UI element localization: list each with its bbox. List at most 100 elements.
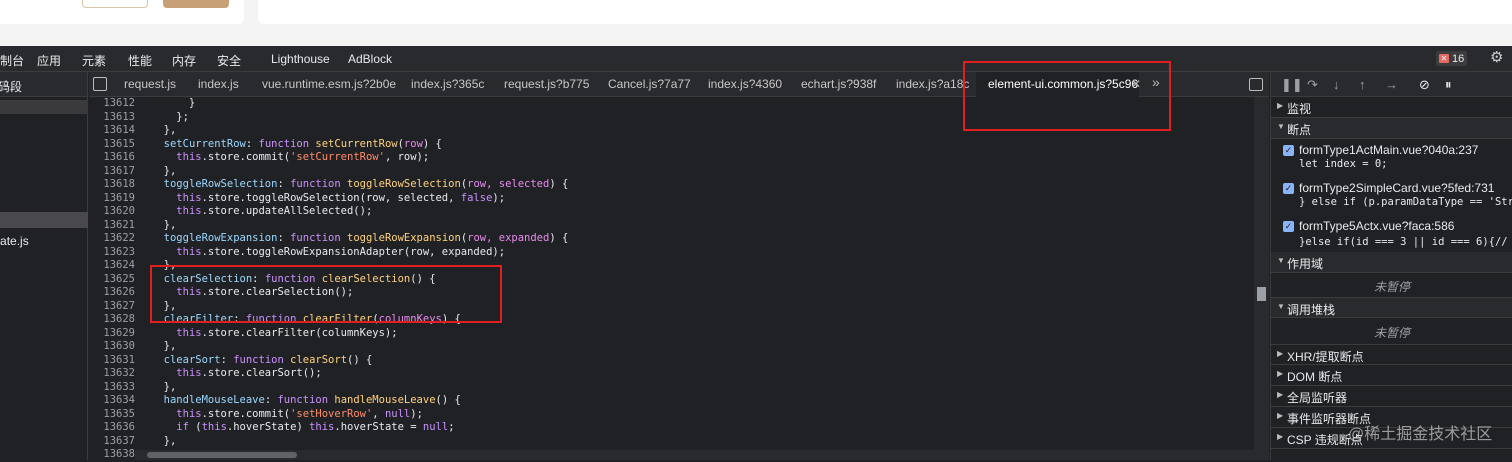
code-line[interactable]: }, (151, 219, 568, 233)
step-icon[interactable]: → (1385, 77, 1398, 92)
code-line[interactable]: this.store.commit('setCurrentRow', row); (151, 151, 568, 165)
line-number[interactable]: 13632 (89, 367, 135, 381)
code-line[interactable]: handleMouseLeave: function handleMouseLe… (151, 394, 568, 408)
horizontal-scrollbar[interactable] (135, 450, 1254, 460)
issues-badge[interactable]: ✕ 16 (1436, 51, 1468, 66)
code-line[interactable]: this.store.clearFilter(columnKeys); (151, 327, 568, 341)
step-over-icon[interactable]: ↷ (1307, 77, 1318, 93)
code-line[interactable]: }, (151, 435, 568, 449)
file-tab[interactable]: request.js (124, 77, 176, 91)
code-line[interactable]: this.store.clearSort(); (151, 367, 568, 381)
line-number[interactable]: 13627 (89, 300, 135, 314)
line-number[interactable]: 13615 (89, 138, 135, 152)
code-line[interactable]: toggleRowSelection: function toggleRowSe… (151, 178, 569, 192)
file-tab[interactable]: echart.js?938f (801, 77, 876, 91)
toggle-navigator-icon[interactable] (93, 77, 107, 91)
issue-icon: ✕ (1439, 54, 1449, 63)
checkbox-icon[interactable]: ✓ (1283, 145, 1294, 156)
line-number[interactable]: 13629 (89, 327, 135, 341)
line-number[interactable]: 13620 (89, 205, 135, 219)
code-line[interactable]: this.store.toggleRowSelection(row, selec… (151, 192, 568, 206)
line-number[interactable]: 13635 (89, 408, 135, 422)
line-number[interactable]: 13633 (89, 381, 135, 395)
tab-console[interactable]: 控制台 (0, 52, 24, 69)
call-stack-section[interactable]: ▼ 调用堆栈 (1271, 297, 1512, 318)
tab-application[interactable]: 应用 (37, 52, 61, 69)
line-number[interactable]: 13638 (89, 448, 135, 462)
code-line[interactable]: }, (151, 381, 568, 395)
toggle-debugger-icon[interactable] (1249, 78, 1263, 91)
line-number[interactable]: 13614 (89, 124, 135, 138)
code-line[interactable]: }, (151, 340, 568, 354)
tab-elements[interactable]: 元素 (82, 52, 106, 69)
file-tab[interactable]: request.js?b775 (504, 77, 589, 91)
line-number[interactable]: 13618 (89, 178, 135, 192)
scrollbar-thumb[interactable] (147, 452, 297, 458)
code-line[interactable]: setCurrentRow: function setCurrentRow(ro… (151, 138, 568, 152)
step-into-icon[interactable]: ↓ (1333, 77, 1340, 92)
page-primary-button[interactable] (163, 0, 229, 8)
tab-performance[interactable]: 性能 (128, 52, 152, 69)
code-line[interactable]: } (151, 97, 568, 111)
tab-lighthouse[interactable]: Lighthouse (271, 52, 330, 66)
line-number[interactable]: 13621 (89, 219, 135, 233)
scope-section[interactable]: ▼ 作用域 (1271, 252, 1512, 273)
vertical-scrollbar[interactable] (1254, 97, 1269, 460)
line-number[interactable]: 13625 (89, 273, 135, 287)
line-number[interactable]: 13624 (89, 259, 135, 273)
breakpoints-section[interactable]: ▼ 断点 (1271, 118, 1512, 139)
code-line[interactable]: }; (151, 111, 568, 125)
file-tab[interactable]: index.js?a18c (896, 77, 969, 91)
line-number[interactable]: 13613 (89, 111, 135, 125)
tab-memory[interactable]: 内存 (172, 52, 196, 69)
watch-section[interactable]: ▶ 监视 (1271, 97, 1512, 118)
file-tab[interactable]: Cancel.js?7a77 (608, 77, 691, 91)
line-number[interactable]: 13634 (89, 394, 135, 408)
pause-icon[interactable]: ❚❚ (1281, 77, 1303, 93)
line-number[interactable]: 13626 (89, 286, 135, 300)
code-line[interactable]: this.store.updateAllSelected(); (151, 205, 568, 219)
tab-security[interactable]: 安全 (217, 52, 241, 69)
pause-on-exceptions-icon[interactable]: ⏸ (1445, 77, 1452, 93)
web-page-area (0, 0, 1512, 46)
gear-icon[interactable]: ⚙ (1490, 50, 1506, 66)
line-number[interactable]: 13637 (89, 435, 135, 449)
deactivate-breakpoints-icon[interactable]: ⊘ (1419, 77, 1430, 93)
line-number[interactable]: 13617 (89, 165, 135, 179)
dom-breakpoints-section[interactable]: ▶ DOM 断点 (1271, 365, 1512, 386)
file-tab[interactable]: index.js (198, 77, 239, 91)
file-tab[interactable]: index.js?365c (411, 77, 484, 91)
tab-adblock[interactable]: AdBlock (348, 52, 392, 66)
code-line[interactable]: if (this.hoverState) this.hoverState = n… (151, 421, 568, 435)
line-number[interactable]: 13619 (89, 192, 135, 206)
tree-item-selected[interactable] (0, 212, 88, 228)
checkbox-icon[interactable]: ✓ (1283, 183, 1294, 194)
code-line[interactable]: }, (151, 165, 568, 179)
tree-file-item[interactable]: update.js (0, 234, 29, 248)
checkbox-icon[interactable]: ✓ (1283, 221, 1294, 232)
line-number[interactable]: 13622 (89, 232, 135, 246)
code-line[interactable]: }, (151, 124, 568, 138)
code-line[interactable]: clearSort: function clearSort() { (151, 354, 568, 368)
global-listeners-section[interactable]: ▶ 全局监听器 (1271, 386, 1512, 407)
line-number[interactable]: 13612 (89, 97, 135, 111)
line-number[interactable]: 13630 (89, 340, 135, 354)
line-number[interactable]: 13616 (89, 151, 135, 165)
page-secondary-button[interactable] (82, 0, 148, 8)
line-number[interactable]: 13628 (89, 313, 135, 327)
code-line[interactable]: toggleRowExpansion: function toggleRowEx… (151, 232, 569, 246)
code-line[interactable]: this.store.toggleRowExpansionAdapter(row… (151, 246, 568, 260)
code-line[interactable]: this.store.commit('setHoverRow', null); (151, 408, 568, 422)
file-tab[interactable]: index.js?4360 (708, 77, 782, 91)
line-number[interactable]: 13636 (89, 421, 135, 435)
breakpoint-item[interactable]: ✓ formType1ActMain.vue?040a:237 let inde… (1271, 143, 1512, 181)
file-tab[interactable]: vue.runtime.esm.js?2b0e (262, 77, 396, 91)
tree-item[interactable] (0, 100, 88, 114)
more-options-icon[interactable]: ⋮ (0, 78, 12, 92)
step-out-icon[interactable]: ↑ (1359, 77, 1366, 92)
xhr-breakpoints-section[interactable]: ▶ XHR/提取断点 (1271, 344, 1512, 365)
breakpoint-item[interactable]: ✓ formType2SimpleCard.vue?5fed:731 } els… (1271, 181, 1512, 219)
line-number[interactable]: 13631 (89, 354, 135, 368)
scrollbar-thumb[interactable] (1257, 287, 1266, 301)
line-number[interactable]: 13623 (89, 246, 135, 260)
